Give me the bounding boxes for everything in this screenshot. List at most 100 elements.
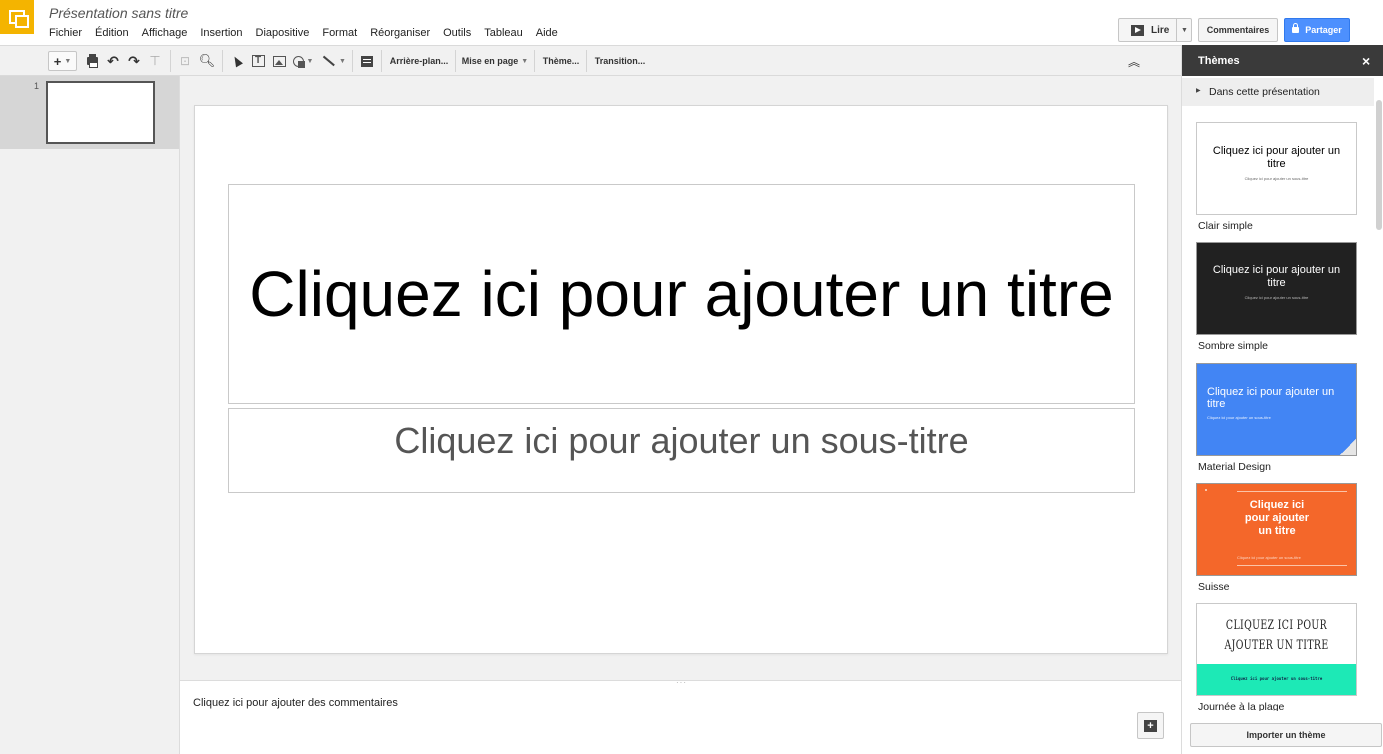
present-dropdown-button[interactable]: ▼ (1176, 19, 1192, 41)
document-title[interactable]: Présentation sans titre (49, 5, 188, 21)
theme-name[interactable]: Material Design (1198, 461, 1271, 473)
triangle-right-icon: ▶ (1196, 88, 1201, 94)
menu-outils[interactable]: Outils (443, 27, 471, 39)
themes-section-label: Dans cette présentation (1209, 86, 1320, 98)
title-placeholder[interactable]: Cliquez ici pour ajouter un titre (228, 184, 1135, 404)
theme-preview-title: Cliquez ici pour ajouter un titre (1212, 145, 1341, 170)
insert-image-button[interactable] (270, 51, 288, 71)
chevron-down-icon: ▼ (64, 57, 72, 65)
import-theme-button[interactable]: Importer un thème (1190, 723, 1382, 747)
theme-name[interactable]: Suisse (1198, 581, 1230, 593)
themes-section-toggle[interactable]: ▶ Dans cette présentation (1182, 78, 1374, 106)
slide-canvas[interactable]: Cliquez ici pour ajouter un titre Clique… (194, 105, 1168, 654)
slide-thumbnail[interactable] (46, 81, 155, 144)
menu-bar: Fichier Édition Affichage Insertion Diap… (49, 27, 571, 39)
close-icon[interactable]: × (1362, 53, 1370, 69)
transition-button[interactable]: Transition... (591, 51, 649, 71)
theme-preview-title: CLIQUEZ ICI POUR AJOUTER UN TITRE (1224, 618, 1329, 653)
theme-thumbnail-suisse[interactable]: Cliquez ici pour ajouter un titre Clique… (1196, 483, 1357, 576)
zoom-icon: 🔍︎ (198, 53, 216, 68)
comments-button[interactable]: Commentaires (1198, 18, 1278, 42)
paint-roller-icon: ⊤ (149, 53, 161, 68)
divider (1237, 491, 1347, 492)
theme-preview-subtitle: Cliquez ici pour ajouter un sous-titre (1244, 176, 1309, 181)
themes-panel-footer: Importer un thème (1182, 711, 1383, 754)
theme-name[interactable]: Clair simple (1198, 220, 1253, 232)
new-slide-label: + (53, 53, 62, 69)
shape-button[interactable]: ▼ (290, 51, 316, 71)
notes-placeholder[interactable]: Cliquez ici pour ajouter des commentaire… (193, 697, 398, 709)
new-slide-button[interactable]: + ▼ (48, 51, 77, 71)
toolbar-divider (170, 50, 171, 72)
present-button[interactable]: Lire ▼ (1118, 18, 1192, 42)
menu-aide[interactable]: Aide (536, 27, 558, 39)
toolbar-divider (222, 50, 223, 72)
subtitle-placeholder[interactable]: Cliquez ici pour ajouter un sous-titre (228, 408, 1135, 493)
add-comment-icon: + (1144, 719, 1157, 732)
filmstrip-slide[interactable]: 1 (0, 76, 179, 149)
menu-diapositive[interactable]: Diapositive (256, 27, 310, 39)
image-icon (272, 55, 286, 67)
text-box-button[interactable]: T (249, 51, 267, 71)
chevron-down-icon: ▼ (521, 57, 529, 65)
toolbar-divider (586, 50, 587, 72)
menu-insertion[interactable]: Insertion (200, 27, 242, 39)
menu-fichier[interactable]: Fichier (49, 27, 82, 39)
resize-handle[interactable]: ··· (676, 678, 687, 687)
line-button[interactable]: ▼ (320, 51, 348, 71)
background-button[interactable]: Arrière-plan... (386, 51, 452, 71)
redo-button[interactable]: ↷ (125, 51, 143, 71)
toolbar-divider (455, 50, 456, 72)
theme-thumbnail-sombre-simple[interactable]: Cliquez ici pour ajouter un titre Clique… (1196, 242, 1357, 335)
shape-icon (292, 55, 305, 68)
theme-preview-subtitle: Cliquez ici pour ajouter un sous-titre (1244, 295, 1309, 300)
themes-panel-title: Thèmes (1198, 55, 1240, 67)
paint-format-button[interactable]: ⊤ (147, 51, 163, 71)
add-comment-button[interactable]: + (1137, 712, 1164, 739)
theme-preview-subtitle: Cliquez ici pour ajouter un sous-titre (1237, 555, 1301, 560)
menu-tableau[interactable]: Tableau (484, 27, 523, 39)
chevron-down-icon: ▼ (1181, 26, 1188, 34)
menu-reorganiser[interactable]: Réorganiser (370, 27, 430, 39)
comment-icon (361, 55, 373, 67)
theme-thumbnail-clair-simple[interactable]: Cliquez ici pour ajouter un titre Clique… (1196, 122, 1357, 215)
theme-name[interactable]: Sombre simple (1198, 340, 1268, 352)
speaker-notes[interactable]: ··· Cliquez ici pour ajouter des comment… (180, 678, 1181, 754)
insert-comment-button[interactable] (358, 51, 376, 71)
theme-button[interactable]: Thème... (539, 51, 583, 71)
themes-scrollbar[interactable] (1376, 100, 1382, 230)
zoom-fit-button[interactable]: ⊡ (176, 51, 194, 71)
cursor-icon (231, 54, 243, 68)
theme-thumbnail-journee-a-la-plage[interactable]: CLIQUEZ ICI POUR AJOUTER UN TITRE Clique… (1196, 603, 1357, 696)
menu-format[interactable]: Format (322, 27, 357, 39)
present-label: Lire (1151, 24, 1170, 36)
undo-icon: ↶ (107, 52, 119, 69)
slides-logo-icon[interactable] (0, 0, 34, 34)
menu-edition[interactable]: Édition (95, 27, 129, 39)
undo-button[interactable]: ↶ (104, 51, 122, 71)
print-icon (86, 54, 98, 68)
play-icon (1131, 24, 1144, 36)
layout-button[interactable]: Mise en page ▼ (460, 51, 530, 71)
chevrons-up-icon: ︽ (1127, 54, 1140, 69)
collapse-toolbar-button[interactable]: ︽ (1124, 51, 1144, 71)
page-fold-decoration (1340, 439, 1356, 455)
slide-filmstrip: 1 (0, 76, 180, 754)
toolbar-divider (352, 50, 353, 72)
app-header: Présentation sans titre Fichier Édition … (0, 0, 1383, 45)
share-button[interactable]: Partager (1284, 18, 1350, 42)
theme-thumbnail-material-design[interactable]: Cliquez ici pour ajouter un titre Clique… (1196, 363, 1357, 456)
theme-preview-subtitle: Cliquez ici pour ajouter un sous-titre (1230, 676, 1323, 681)
chevron-down-icon: ▼ (306, 57, 314, 65)
zoom-button[interactable]: 🔍︎ (198, 51, 216, 71)
print-button[interactable] (84, 51, 100, 71)
toolbar: + ▼ ↶ ↷ ⊤ ⊡ 🔍︎ T ▼ ▼ Arrière-plan... Mise… (0, 45, 1181, 76)
share-label: Partager (1305, 25, 1342, 35)
slide-number: 1 (34, 81, 40, 91)
divider (1237, 565, 1347, 566)
theme-preview-title: Cliquez ici pour ajouter un titre (1212, 264, 1341, 289)
select-tool-button[interactable] (228, 51, 246, 71)
menu-affichage[interactable]: Affichage (142, 27, 188, 39)
zoom-fit-icon: ⊡ (179, 54, 191, 68)
text-box-icon: T (251, 55, 265, 67)
